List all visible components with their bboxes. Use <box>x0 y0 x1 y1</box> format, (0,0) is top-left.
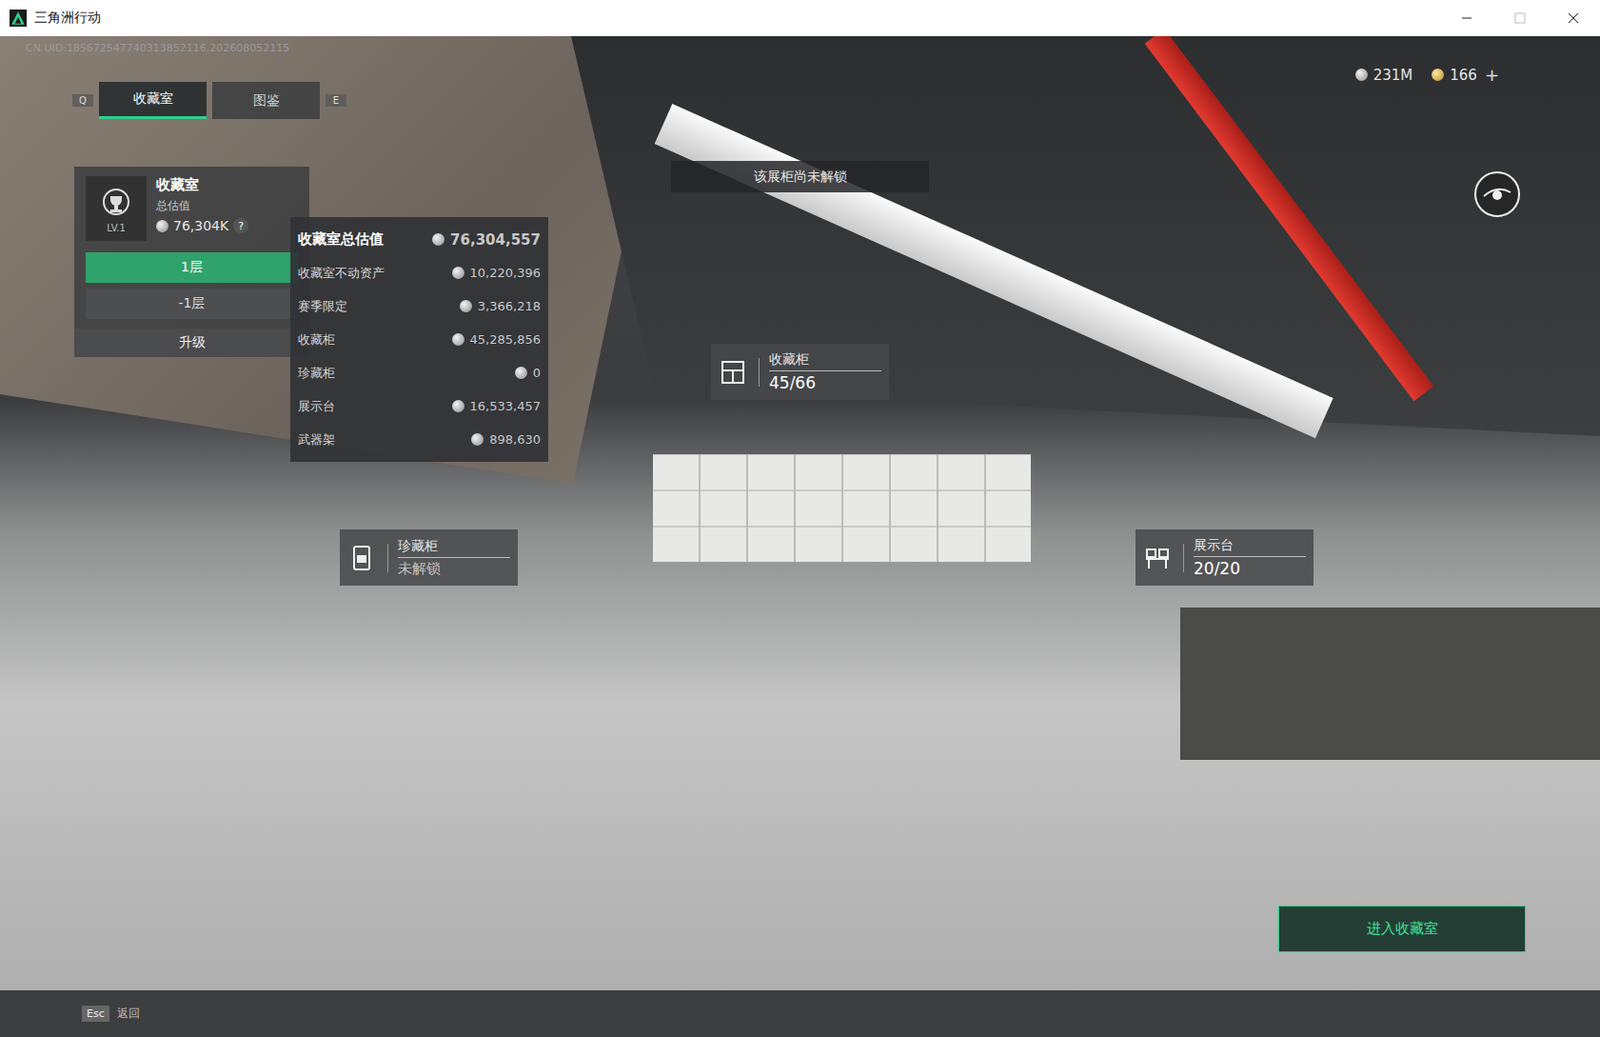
scene-marker[interactable]: 珍藏柜未解锁 <box>339 529 518 586</box>
back-label[interactable]: 返回 <box>117 1005 140 1022</box>
prev-tab-key[interactable]: Q <box>72 94 94 107</box>
game-logo-icon <box>9 9 27 27</box>
breakdown-row: 武器架898,630 <box>297 422 541 456</box>
coin-icon <box>452 266 465 279</box>
locked-banner: 该展柜尚未解锁 <box>671 160 929 193</box>
coin-icon <box>514 366 528 379</box>
cabinet-icon <box>718 357 748 387</box>
next-tab-key[interactable]: E <box>325 94 347 107</box>
floor-button[interactable]: 1层 <box>85 252 298 283</box>
footer-bar: Esc 返回 <box>0 989 1600 1037</box>
maximize-icon[interactable] <box>1493 0 1547 37</box>
scene: CN UID:185672547740313852116,20260805211… <box>0 36 1600 990</box>
marker-status: 未解锁 <box>397 557 511 578</box>
scene-marker[interactable]: 收藏柜45/66 <box>711 343 889 400</box>
coin-icon <box>432 233 445 246</box>
scene-crates <box>1180 607 1600 760</box>
enter-room-button[interactable]: 进入收藏室 <box>1278 905 1526 952</box>
currency-item: 166 <box>1431 66 1478 84</box>
marker-name: 珍藏柜 <box>397 537 511 558</box>
breakdown-row: 珍藏柜0 <box>297 355 541 390</box>
help-badge[interactable]: ? <box>233 217 249 234</box>
esc-key[interactable]: Esc <box>81 1005 110 1022</box>
coin-icon <box>452 399 465 413</box>
coin-icon <box>459 299 473 313</box>
eye-icon <box>1472 169 1522 219</box>
window-title: 三角洲行动 <box>34 9 101 27</box>
tab[interactable]: 图鉴 <box>212 81 320 119</box>
room-title: 收藏室 <box>156 176 249 195</box>
currency-bar: 231M 166 + <box>1355 64 1500 85</box>
scene-display-wall <box>652 454 1031 562</box>
close-icon[interactable] <box>1546 0 1600 37</box>
trophy-icon <box>97 184 136 223</box>
coin-icon <box>452 333 465 346</box>
value-breakdown: 收藏室总估值 76,304,557 收藏室不动资产10,220,396赛季限定3,3… <box>290 217 549 462</box>
upgrade-button[interactable]: 升级 <box>74 328 310 357</box>
breakdown-row: 收藏柜45,285,856 <box>297 322 541 356</box>
breakdown-row: 赛季限定3,366,218 <box>297 289 541 323</box>
vault-icon <box>347 543 376 573</box>
tab[interactable]: 收藏室 <box>98 81 207 119</box>
coin-icon <box>156 219 169 233</box>
breakdown-row: 收藏室不动资产10,220,396 <box>297 256 541 290</box>
currency-item: 231M <box>1355 66 1414 84</box>
marker-name: 展示台 <box>1193 536 1306 557</box>
gold-coin-icon <box>1431 68 1444 81</box>
marker-status: 45/66 <box>769 371 882 393</box>
value-label: 总估值 <box>156 197 249 215</box>
breakdown-total: 76,304,557 <box>450 231 541 249</box>
breakdown-title: 收藏室总估值 <box>297 230 384 249</box>
room-level: LV.1 <box>106 222 126 234</box>
display-stand-icon <box>1143 543 1172 573</box>
marker-name: 收藏柜 <box>769 351 882 372</box>
scene-marker[interactable]: 展示台20/20 <box>1135 529 1314 586</box>
game-window: 三角洲行动 CN UID:185672547740313852116,202608… <box>0 0 1600 1037</box>
title-bar: 三角洲行动 <box>0 0 1600 37</box>
floor-button[interactable]: -1层 <box>85 288 298 319</box>
add-currency-button[interactable]: + <box>1484 64 1500 85</box>
total-value: 76,304K <box>173 217 229 234</box>
view-toggle-button[interactable] <box>1472 169 1522 219</box>
uid-text: CN UID:185672547740313852116,20260805211… <box>25 41 290 55</box>
silver-coin-icon <box>1355 68 1368 81</box>
room-panel: LV.1 收藏室总估值 76,304K? 1层 -1层升级 <box>74 166 310 357</box>
breakdown-row: 展示台16,533,457 <box>297 389 541 423</box>
marker-status: 20/20 <box>1193 556 1306 578</box>
coin-icon <box>471 433 484 446</box>
tab-bar: Q 收藏室图鉴 E <box>72 81 347 119</box>
minimize-icon[interactable] <box>1440 0 1494 37</box>
